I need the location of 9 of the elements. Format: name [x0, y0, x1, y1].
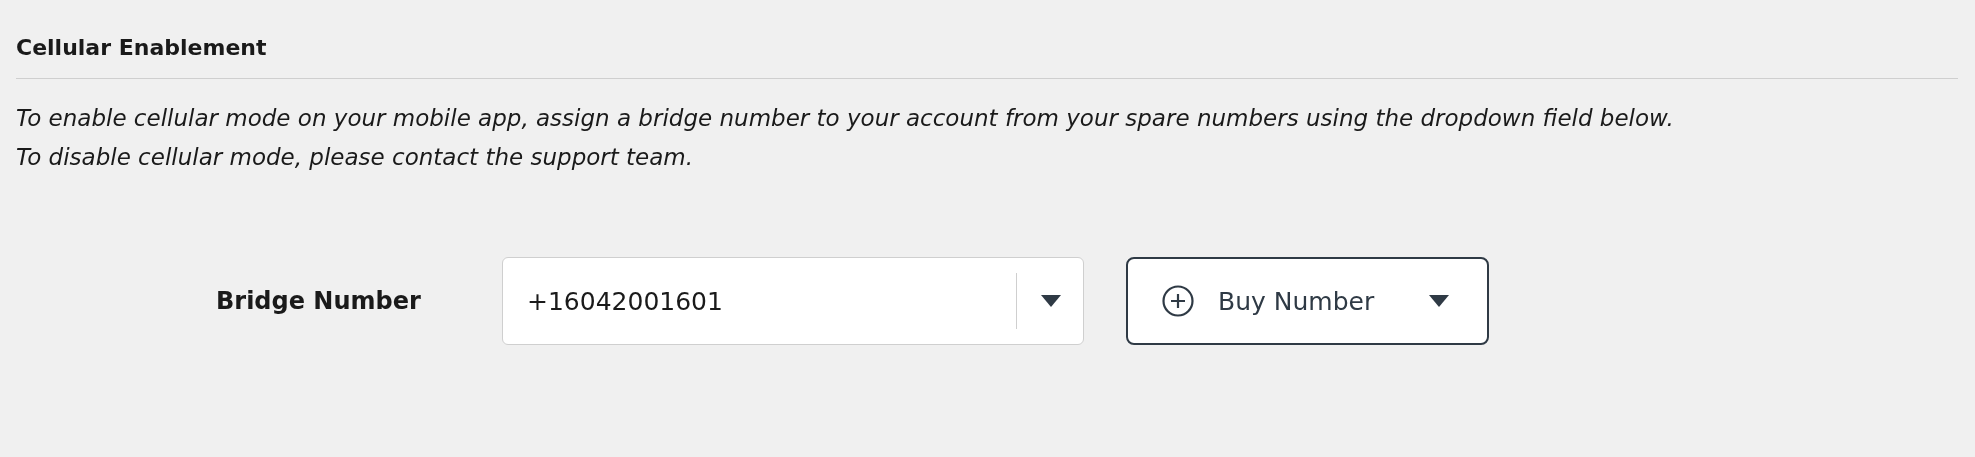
- description-text: To disable cellular mode, please contact the support team.: [16, 143, 695, 172]
- plus-circle-icon: [1162, 285, 1194, 317]
- buy-number-button[interactable]: Buy Number: [1126, 257, 1489, 345]
- description-text: To enable cellular mode on your mobile app, assign a bridge number to your account from your spare numbers using the dropdown field below.: [16, 104, 1675, 133]
- bridge-number-dropdown[interactable]: +16042001601: [502, 257, 1084, 345]
- caret-icon: [1041, 295, 1061, 307]
- caret-icon: [1429, 295, 1449, 307]
- section-title: Cellular Enablement: [16, 34, 268, 62]
- field-label: Bridge Number: [216, 287, 422, 315]
